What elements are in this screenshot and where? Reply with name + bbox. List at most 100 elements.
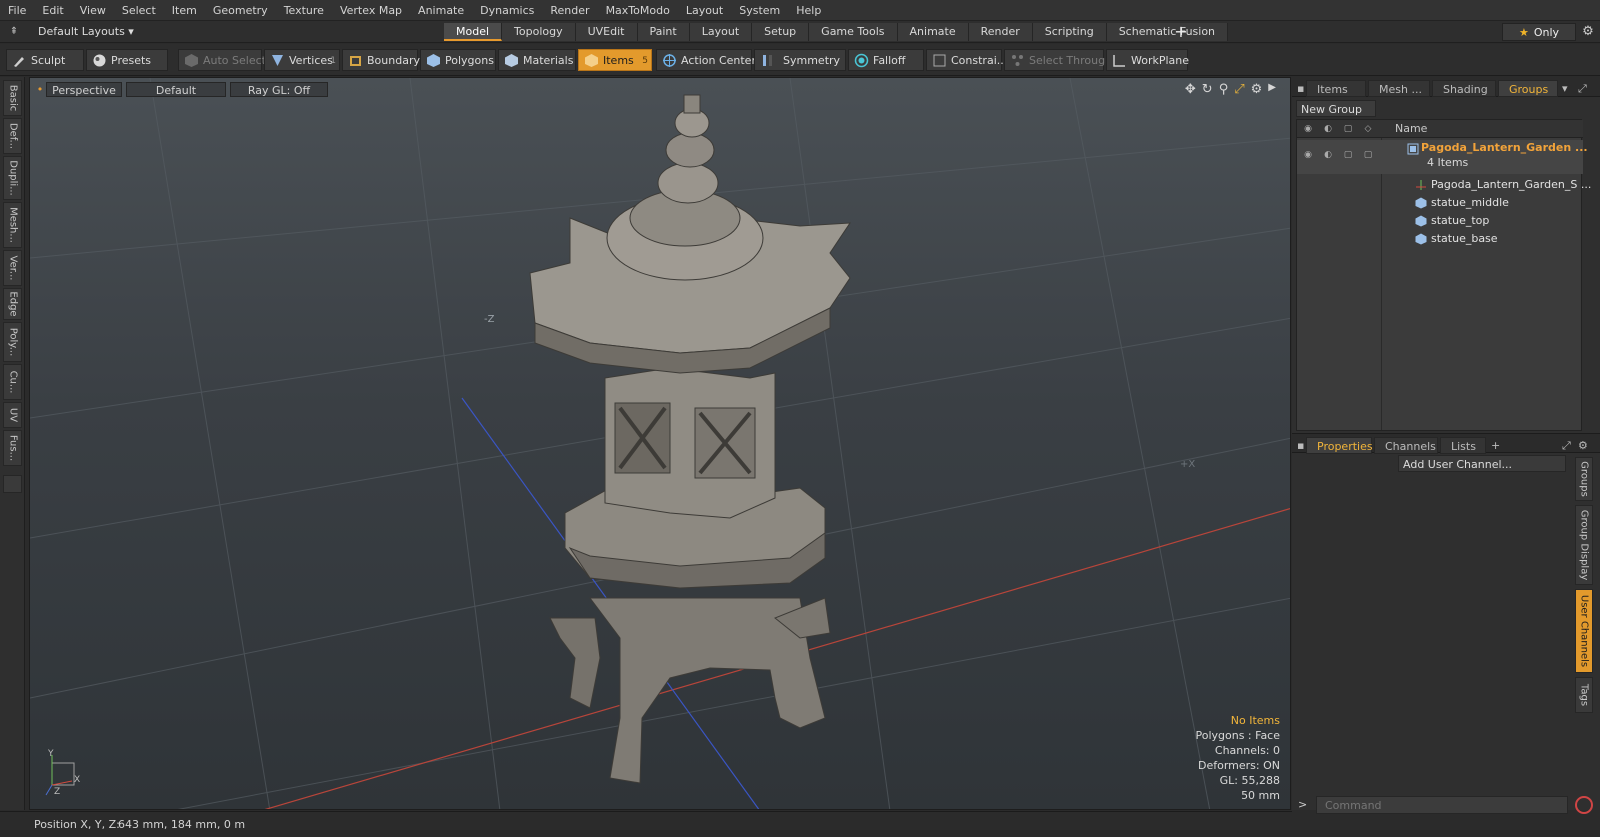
- tab-topology[interactable]: Topology: [502, 23, 576, 41]
- collapse-arrow-icon[interactable]: ⇞: [6, 24, 22, 40]
- add-tab-icon[interactable]: +: [1172, 23, 1190, 41]
- tab-render[interactable]: Render: [968, 23, 1033, 41]
- fit-icon[interactable]: ⤢: [1234, 82, 1244, 97]
- polygons-button[interactable]: Polygons: [420, 49, 496, 71]
- viewport-expand-icon[interactable]: ▶: [1268, 82, 1276, 97]
- 3d-viewport[interactable]: -Z +X • Perspective Default Ray GL: Off …: [29, 77, 1291, 810]
- items-button[interactable]: Items 5: [578, 49, 652, 71]
- render-icon[interactable]: ◐: [1321, 122, 1335, 136]
- vertices-button[interactable]: Vertices 1: [264, 49, 340, 71]
- menu-maxtomodo[interactable]: MaxToModo: [598, 0, 678, 21]
- sidetab-groups[interactable]: Groups: [1575, 457, 1593, 501]
- record-icon[interactable]: [1575, 796, 1593, 814]
- tab-model[interactable]: Model: [444, 23, 503, 41]
- menu-layout[interactable]: Layout: [678, 0, 731, 21]
- vtab-mesh[interactable]: Mesh...: [3, 202, 22, 248]
- tabs-dropdown-icon[interactable]: ▾: [1560, 80, 1570, 97]
- vtab-polygon[interactable]: Poly...: [3, 322, 22, 362]
- tab-uvedit[interactable]: UVEdit: [575, 23, 638, 41]
- new-group-button[interactable]: New Group: [1296, 100, 1376, 117]
- tab-items[interactable]: Items: [1306, 80, 1366, 97]
- menu-geometry[interactable]: Geometry: [205, 0, 276, 21]
- vtab-vertex[interactable]: Ver...: [3, 250, 22, 286]
- sidetab-tags[interactable]: Tags: [1575, 677, 1593, 713]
- only-button[interactable]: ★ Only: [1502, 23, 1576, 41]
- view-mode-button[interactable]: Perspective: [46, 82, 122, 97]
- raygl-button[interactable]: Ray GL: Off: [230, 82, 328, 97]
- vtab-basic[interactable]: Basic: [3, 80, 22, 116]
- shading-mode-button[interactable]: Default: [126, 82, 226, 97]
- presets-button[interactable]: Presets: [86, 49, 168, 71]
- name-column-header[interactable]: Name: [1395, 122, 1427, 135]
- auto-select-button[interactable]: Auto Select: [178, 49, 266, 71]
- list-item[interactable]: statue_base: [1297, 230, 1583, 248]
- panel-expand-icon[interactable]: ⤢: [1560, 437, 1573, 454]
- workplane-button[interactable]: WorkPlane: [1106, 49, 1189, 71]
- menu-texture[interactable]: Texture: [276, 0, 332, 21]
- pan-icon[interactable]: ✥: [1185, 82, 1196, 97]
- viewport-gear-icon[interactable]: ⚙: [1251, 82, 1263, 97]
- tab-setup[interactable]: Setup: [752, 23, 810, 41]
- tab-game-tools[interactable]: Game Tools: [809, 23, 898, 41]
- sculpt-button[interactable]: Sculpt: [6, 49, 84, 71]
- menu-help[interactable]: Help: [788, 0, 829, 21]
- panel-expand-icon[interactable]: ⤢: [1576, 80, 1589, 97]
- tab-properties[interactable]: Properties: [1306, 437, 1373, 454]
- action-center-button[interactable]: Action Center: [656, 49, 756, 71]
- vtab-fusion[interactable]: Fus...: [3, 430, 22, 466]
- menu-file[interactable]: File: [0, 0, 34, 21]
- sidetab-group-display[interactable]: Group Display: [1575, 505, 1593, 585]
- menu-item[interactable]: Item: [164, 0, 205, 21]
- menu-select[interactable]: Select: [114, 0, 164, 21]
- row-eye-icon[interactable]: ◉: [1301, 148, 1315, 162]
- tab-scripting[interactable]: Scripting: [1032, 23, 1107, 41]
- panel-gear-icon[interactable]: ⚙: [1576, 437, 1590, 454]
- falloff-button[interactable]: Falloff: [848, 49, 924, 71]
- viewport-menu-dot-icon[interactable]: •: [36, 82, 44, 97]
- menu-system[interactable]: System: [731, 0, 788, 21]
- constraints-button[interactable]: Constrai...: [926, 49, 1007, 71]
- tab-layout[interactable]: Layout: [689, 23, 753, 41]
- menu-edit[interactable]: Edit: [34, 0, 71, 21]
- row-select-icon[interactable]: ▢: [1361, 148, 1375, 162]
- lock-icon[interactable]: ▢: [1341, 122, 1355, 136]
- layout-selector[interactable]: Default Layouts ▾: [30, 23, 142, 41]
- tab-animate[interactable]: Animate: [897, 23, 969, 41]
- tab-lists[interactable]: Lists: [1440, 437, 1486, 454]
- vtab-uv[interactable]: UV: [3, 402, 22, 428]
- rotate-icon[interactable]: ↻: [1202, 82, 1213, 97]
- add-tab-icon[interactable]: +: [1488, 437, 1503, 454]
- row-render-icon[interactable]: ◐: [1321, 148, 1335, 162]
- vtab-expand-icon[interactable]: [3, 475, 22, 493]
- materials-button[interactable]: Materials: [498, 49, 576, 71]
- vtab-edge[interactable]: Edge: [3, 288, 22, 320]
- command-input[interactable]: [1316, 796, 1568, 814]
- boundary-button[interactable]: Boundary: [342, 49, 420, 71]
- menu-render[interactable]: Render: [542, 0, 597, 21]
- menu-animate[interactable]: Animate: [410, 0, 472, 21]
- group-row[interactable]: ◉ ◐ ▢ ▢ Pagoda_Lantern_Garden ... 4 Item…: [1297, 140, 1588, 174]
- tab-paint[interactable]: Paint: [637, 23, 690, 41]
- symmetry-button[interactable]: Symmetry: [754, 49, 846, 71]
- zoom-icon[interactable]: ⚲: [1219, 82, 1229, 97]
- visibility-eye-icon[interactable]: ◉: [1301, 122, 1315, 136]
- tab-schematic-fusion[interactable]: Schematic Fusion: [1106, 23, 1229, 41]
- list-item[interactable]: Pagoda_Lantern_Garden_S ...: [1297, 176, 1591, 194]
- select-icon[interactable]: ◇: [1361, 122, 1375, 136]
- tab-channels[interactable]: Channels: [1374, 437, 1438, 454]
- list-item[interactable]: statue_middle: [1297, 194, 1583, 212]
- menu-view[interactable]: View: [72, 0, 114, 21]
- menu-dynamics[interactable]: Dynamics: [472, 0, 542, 21]
- vtab-duplicate[interactable]: Dupli...: [3, 156, 22, 200]
- add-user-channel-button[interactable]: Add User Channel...: [1398, 455, 1566, 472]
- gear-icon[interactable]: ⚙: [1580, 24, 1596, 40]
- list-item[interactable]: statue_top: [1297, 212, 1583, 230]
- row-lock-icon[interactable]: ▢: [1341, 148, 1355, 162]
- tab-groups[interactable]: Groups: [1498, 80, 1558, 97]
- menu-vertex-map[interactable]: Vertex Map: [332, 0, 410, 21]
- sidetab-user-channels[interactable]: User Channels: [1575, 589, 1593, 673]
- vtab-curve[interactable]: Cu...: [3, 364, 22, 400]
- tab-shading[interactable]: Shading: [1432, 80, 1496, 97]
- vtab-deform[interactable]: Def...: [3, 118, 22, 154]
- select-through-button[interactable]: Select Through: [1004, 49, 1112, 71]
